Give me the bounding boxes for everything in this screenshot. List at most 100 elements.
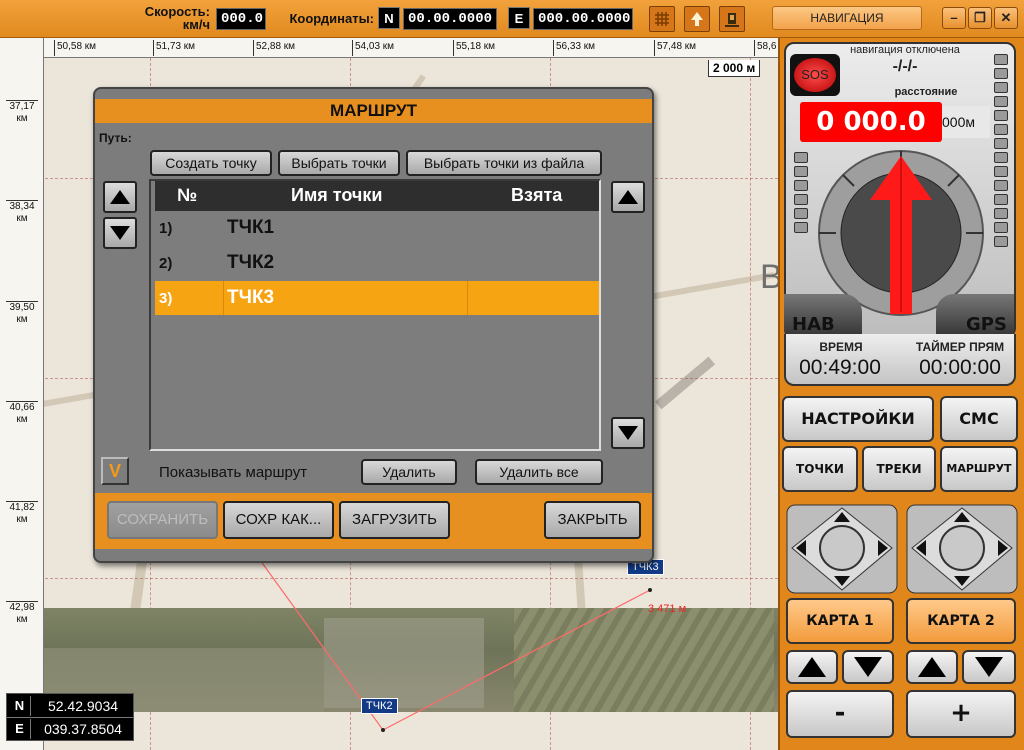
e-key: E [9, 719, 31, 739]
map1-button[interactable]: КАРТА 1 [786, 598, 894, 644]
sos-frame: SOS [790, 54, 840, 96]
dialog-footer: СОХРАНИТЬ СОХР КАК... ЗАГРУЗИТЬ ЗАКРЫТЬ [95, 493, 652, 549]
delete-button[interactable]: Удалить [361, 459, 457, 485]
signal-led [994, 180, 1008, 191]
navigation-gauge: навигация отключена -/-/- SOS расстояние… [784, 42, 1016, 338]
select-points-button[interactable]: Выбрать точки [278, 150, 400, 176]
zoom-in-button[interactable]: + [906, 690, 1016, 738]
scroll-down-button[interactable] [611, 417, 645, 449]
select-points-from-file-button[interactable]: Выбрать точки из файла [406, 150, 602, 176]
column-point-name: Имя точки [291, 185, 383, 205]
table-row[interactable]: 2) ТЧК2 [155, 246, 599, 280]
signal-led [794, 166, 808, 177]
ruler-tick: 37,17 [9, 101, 35, 112]
distance-label: 3 471 м [648, 603, 687, 615]
signal-led [994, 222, 1008, 233]
table-header: № Имя точки Взята [155, 181, 599, 211]
signal-led [994, 110, 1008, 121]
load-button[interactable]: ЗАГРУЗИТЬ [339, 501, 450, 539]
ruler-tick: 58,6 [754, 40, 776, 56]
ruler-unit: км [16, 113, 28, 124]
orientation-button[interactable] [684, 6, 710, 32]
ruler-tick: 54,03 км [352, 40, 394, 56]
signal-led [994, 82, 1008, 93]
signal-led [994, 208, 1008, 219]
triangle-down-icon [854, 657, 882, 677]
e-key: E [508, 7, 530, 29]
n-key: N [9, 696, 31, 716]
n-coordinate: 00.00.0000 [403, 8, 497, 30]
delete-all-button[interactable]: Удалить все [475, 459, 603, 485]
tab-navigation[interactable]: НАВИГАЦИЯ [772, 6, 922, 30]
save-as-button[interactable]: СОХР КАК... [223, 501, 334, 539]
row-point-name: ТЧК2 [227, 252, 275, 273]
map1-up-button[interactable] [786, 650, 838, 684]
follow-button[interactable] [719, 6, 745, 32]
signal-led [994, 138, 1008, 149]
show-route-checkbox[interactable]: V [101, 457, 129, 485]
ruler-tick: 57,48 км [654, 40, 696, 56]
ruler-unit: км [16, 614, 28, 625]
north-up-icon [691, 12, 703, 26]
pan-dpad-left[interactable] [786, 504, 898, 594]
move-up-button[interactable] [103, 181, 137, 213]
map2-up-button[interactable] [906, 650, 958, 684]
route-button[interactable]: МАРШРУТ [940, 446, 1018, 492]
close-icon: ✕ [1000, 10, 1012, 25]
signal-led [994, 68, 1008, 79]
sos-button[interactable]: SOS [794, 58, 836, 92]
current-coords: N 52.42.9034 E 039.37.8504 [6, 693, 134, 741]
e-coordinate: 039.37.8504 [44, 721, 122, 737]
time-panel: ВРЕМЯ 00:49:00 ТАЙМЕР ПРЯМ 00:00:00 [784, 334, 1016, 386]
ruler-tick: 50,58 км [54, 40, 96, 56]
row-number: 2) [159, 255, 173, 272]
time-value: 00:49:00 [799, 356, 881, 379]
points-button[interactable]: ТОЧКИ [782, 446, 858, 492]
triangle-up-icon [618, 190, 638, 204]
grid-toggle-button[interactable] [649, 6, 675, 32]
path-label: Путь: [99, 131, 132, 145]
table-row-selected[interactable]: 3) ТЧК3 [155, 281, 599, 315]
table-row[interactable]: 1) ТЧК1 [155, 211, 599, 245]
signal-led [794, 194, 808, 205]
minimize-button[interactable]: – [942, 7, 966, 29]
map2-down-button[interactable] [962, 650, 1016, 684]
route-dialog: МАРШРУТ Путь: Создать точку Выбрать точк… [93, 87, 654, 563]
triangle-up-icon [798, 657, 826, 677]
speed-value: 000.0 [216, 8, 266, 30]
settings-button[interactable]: НАСТРОЙКИ [782, 396, 934, 442]
minimize-icon: – [950, 10, 958, 25]
column-number: № [177, 185, 198, 205]
row-point-name: ТЧК1 [227, 217, 275, 238]
triangle-down-icon [975, 657, 1003, 677]
ruler-unit: км [16, 414, 28, 425]
scroll-up-button[interactable] [611, 181, 645, 213]
tracks-button[interactable]: ТРЕКИ [862, 446, 936, 492]
signal-led [794, 208, 808, 219]
ruler-tick: 39,50 [9, 302, 35, 313]
nav-mode-button[interactable]: НАВ [784, 294, 862, 338]
gps-mode-button[interactable]: GPS [936, 294, 1014, 338]
coords-label: Координаты: [289, 11, 374, 26]
save-button[interactable]: СОХРАНИТЬ [107, 501, 218, 539]
close-dialog-button[interactable]: ЗАКРЫТЬ [544, 501, 641, 539]
maximize-button[interactable]: ❐ [968, 7, 992, 29]
ruler-tick: 52,88 км [253, 40, 295, 56]
signal-led [994, 194, 1008, 205]
show-route-label: Показывать маршрут [159, 464, 308, 481]
timer-label: ТАЙМЕР ПРЯМ [915, 340, 1005, 354]
zoom-out-button[interactable]: - [786, 690, 894, 738]
create-point-button[interactable]: Создать точку [150, 150, 272, 176]
signal-led [994, 166, 1008, 177]
map1-down-button[interactable] [842, 650, 894, 684]
dialog-title: МАРШРУТ [95, 99, 652, 123]
nav-value: -/-/- [892, 58, 918, 75]
move-down-button[interactable] [103, 217, 137, 249]
waypoint-marker-tchk2[interactable]: ТЧК2 [361, 698, 398, 714]
map2-button[interactable]: КАРТА 2 [906, 598, 1016, 644]
pan-dpad-right[interactable] [906, 504, 1018, 594]
sms-button[interactable]: СМС [940, 396, 1018, 442]
grid-icon [655, 12, 669, 26]
time-label: ВРЕМЯ [819, 340, 863, 354]
close-window-button[interactable]: ✕ [994, 7, 1018, 29]
